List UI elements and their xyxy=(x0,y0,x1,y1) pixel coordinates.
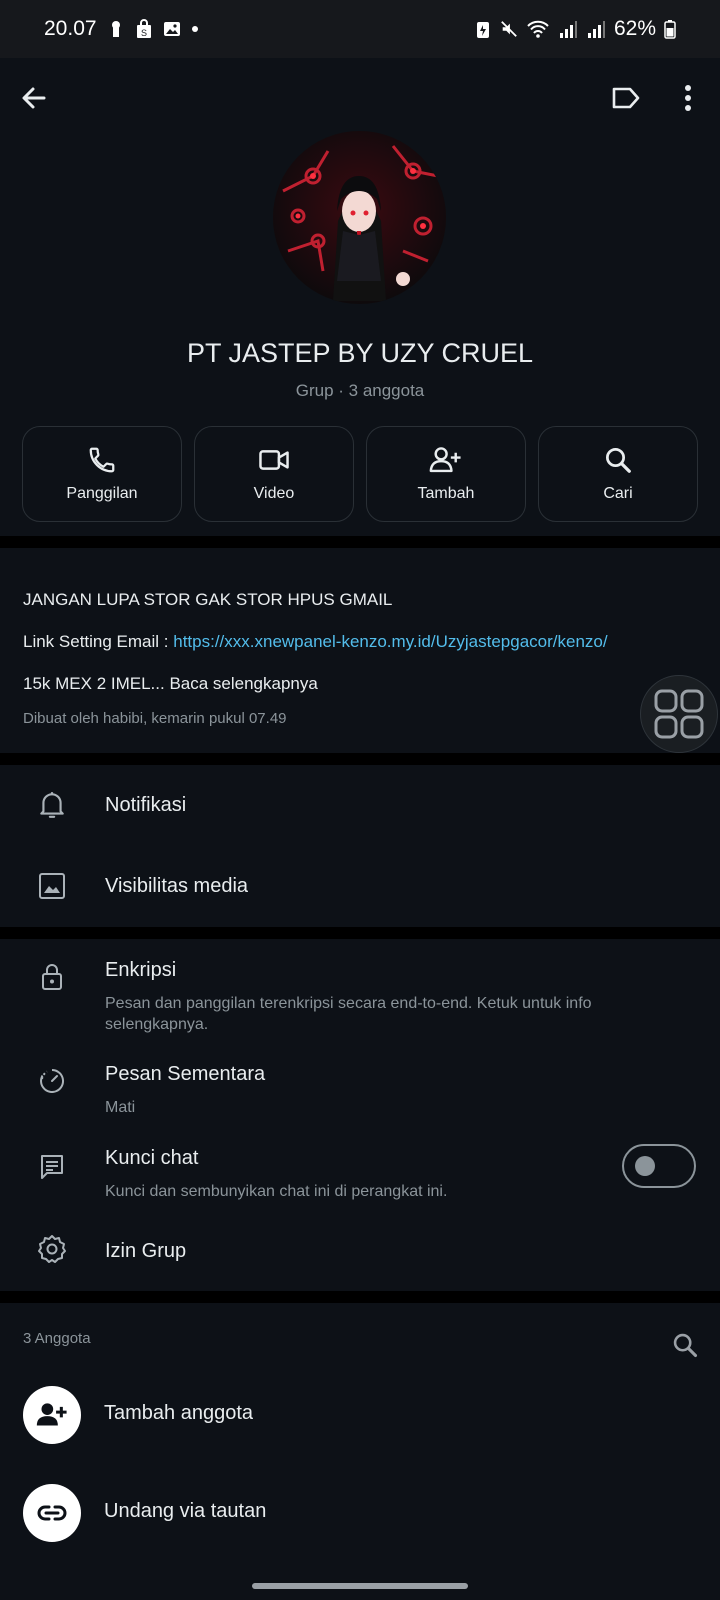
members-search-button[interactable] xyxy=(662,1322,708,1368)
video-button[interactable]: Video xyxy=(194,426,354,522)
add-person-icon xyxy=(36,1403,67,1426)
more-vert-icon xyxy=(685,85,691,111)
video-label: Video xyxy=(253,485,295,502)
notifications-label: Notifikasi xyxy=(105,794,187,816)
back-button[interactable] xyxy=(10,74,58,122)
keyhole-icon xyxy=(111,21,120,37)
avatar-image xyxy=(273,131,446,304)
quick-actions: Panggilan Video Tambah Cari xyxy=(22,426,698,522)
link-label: Link Setting Email : xyxy=(23,632,174,651)
invite-link-label: Undang via tautan xyxy=(104,1500,267,1522)
bell-icon xyxy=(40,792,64,818)
search-button[interactable]: Cari xyxy=(538,426,698,522)
search-label: Cari xyxy=(603,485,633,502)
floating-apps-button[interactable] xyxy=(640,675,718,753)
gear-icon xyxy=(38,1235,66,1263)
chat-lock-subtitle: Kunci dan sembunyikan chat ini di perang… xyxy=(105,1183,448,1200)
link-icon xyxy=(37,1505,67,1521)
description-link[interactable]: https://xxx.xnewpanel-kenzo.my.id/Uzyjas… xyxy=(173,632,607,651)
search-icon xyxy=(606,448,631,473)
signal-icon xyxy=(559,21,577,38)
grid-icon xyxy=(654,689,704,739)
notifications-row[interactable]: Notifikasi xyxy=(0,765,720,846)
toggle-knob xyxy=(635,1156,655,1176)
group-permissions-row[interactable]: Izin Grup xyxy=(0,1213,720,1291)
media-visibility-row[interactable]: Visibilitas media xyxy=(0,846,720,927)
signal-2-icon xyxy=(587,21,605,38)
label-icon xyxy=(612,87,640,109)
gallery-icon xyxy=(163,22,180,36)
timer-icon xyxy=(40,1069,64,1093)
image-icon xyxy=(39,873,65,899)
encryption-row[interactable]: Enkripsi Pesan dan panggilan terenkripsi… xyxy=(0,939,720,1047)
encryption-subtitle: Pesan dan panggilan terenkripsi secara e… xyxy=(105,995,592,1033)
members-count: 3 Anggota xyxy=(23,1330,91,1347)
description-created: Dibuat oleh habibi, kemarin pukul 07.49 xyxy=(23,710,287,727)
call-label: Panggilan xyxy=(66,485,138,502)
status-time: 20.07 xyxy=(44,17,97,40)
disappearing-subtitle: Mati xyxy=(105,1099,136,1116)
chat-lock-row[interactable]: Kunci chat Kunci dan sembunyikan chat in… xyxy=(0,1129,720,1213)
disappearing-title: Pesan Sementara xyxy=(105,1063,266,1085)
shopping-bag-icon: S xyxy=(136,19,151,38)
group-permissions-label: Izin Grup xyxy=(105,1240,187,1262)
lock-icon xyxy=(42,964,62,990)
add-person-icon xyxy=(429,447,461,473)
battery-icon xyxy=(664,20,676,39)
navigation-bar xyxy=(0,1575,720,1600)
chat-lock-title: Kunci chat xyxy=(105,1147,199,1169)
group-name: PT JASTEP BY UZY CRUEL xyxy=(186,338,534,368)
status-bar: 20.07 S 62% xyxy=(0,0,720,58)
media-visibility-label: Visibilitas media xyxy=(105,875,249,897)
home-handle[interactable] xyxy=(252,1583,468,1589)
encryption-title: Enkripsi xyxy=(105,959,177,981)
description-line-1: JANGAN LUPA STOR GAK STOR HPUS GMAIL xyxy=(23,590,393,609)
add-member-label: Tambah anggota xyxy=(104,1402,254,1424)
label-button[interactable] xyxy=(602,74,650,122)
search-icon xyxy=(673,1333,698,1358)
battery-percent: 62% xyxy=(613,17,656,40)
video-icon xyxy=(259,450,289,470)
chat-lock-icon xyxy=(41,1155,63,1179)
arrow-left-icon xyxy=(22,87,46,109)
chat-lock-toggle[interactable] xyxy=(622,1144,696,1188)
add-button[interactable]: Tambah xyxy=(366,426,526,522)
description-line-3[interactable]: 15k MEX 2 IMEL... Baca selengkapnya xyxy=(23,674,318,694)
svg-text:S: S xyxy=(141,28,147,38)
invite-link-row[interactable]: Undang via tautan xyxy=(0,1480,720,1572)
description-line-2: Link Setting Email : https://xxx.xnewpan… xyxy=(23,632,608,652)
mute-icon xyxy=(501,21,517,37)
group-subtitle[interactable]: Grup · 3 anggota xyxy=(0,381,720,401)
dot-icon xyxy=(191,26,198,32)
wifi-icon xyxy=(527,20,549,38)
more-options-button[interactable] xyxy=(664,74,712,122)
add-member-row[interactable]: Tambah anggota xyxy=(0,1382,720,1478)
add-label: Tambah xyxy=(417,485,475,502)
disappearing-messages-row[interactable]: Pesan Sementara Mati xyxy=(0,1047,720,1129)
call-button[interactable]: Panggilan xyxy=(22,426,182,522)
battery-saver-icon xyxy=(476,22,489,38)
group-avatar[interactable] xyxy=(273,131,446,304)
phone-icon xyxy=(89,447,115,473)
